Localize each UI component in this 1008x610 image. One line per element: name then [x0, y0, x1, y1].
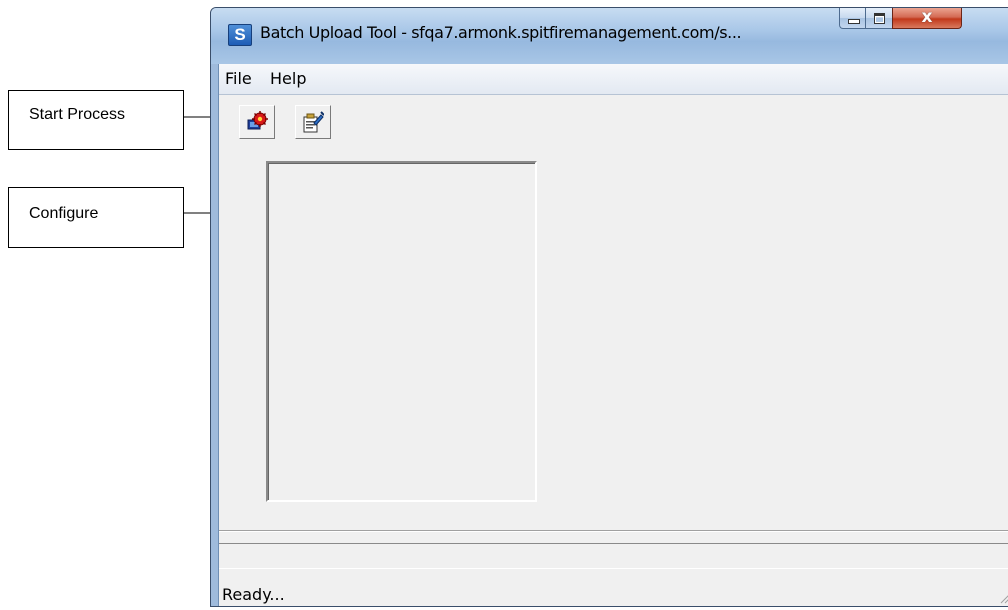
- toolbar: [219, 95, 1008, 139]
- maximize-icon: [874, 13, 885, 24]
- close-button[interactable]: x: [892, 8, 962, 29]
- maximize-button[interactable]: [865, 8, 893, 29]
- start-process-callout-label: Start Process: [29, 106, 126, 123]
- status-bar: Ready...: [219, 572, 1008, 606]
- configure-button[interactable]: [295, 105, 331, 139]
- app-window: S Batch Upload Tool - sfqa7.armonk.spitf…: [210, 7, 1008, 607]
- status-text: Ready...: [222, 585, 285, 604]
- window-title: Batch Upload Tool - sfqa7.armonk.spitfir…: [260, 23, 742, 42]
- resize-grip-icon[interactable]: [999, 590, 1008, 604]
- configure-callout-label: Configure: [29, 205, 99, 222]
- menu-file[interactable]: File: [225, 69, 252, 88]
- start-process-icon: [247, 111, 268, 130]
- separator: [219, 530, 1008, 532]
- menu-help[interactable]: Help: [270, 69, 306, 88]
- minimize-icon: [848, 19, 860, 24]
- start-process-callout: Start Process: [8, 90, 184, 150]
- menu-bar: File Help: [219, 64, 1008, 95]
- minimize-button[interactable]: [839, 8, 866, 29]
- title-bar[interactable]: S Batch Upload Tool - sfqa7.armonk.spitf…: [211, 8, 1008, 64]
- close-icon: x: [921, 7, 933, 27]
- process-list[interactable]: [266, 161, 537, 502]
- start-process-button[interactable]: [239, 105, 275, 139]
- configure-callout: Configure: [8, 187, 184, 248]
- app-icon[interactable]: S: [228, 24, 252, 46]
- client-area: File Help Ready...: [218, 64, 1008, 606]
- configure-icon: [303, 111, 324, 133]
- progress-strip: [219, 543, 1008, 569]
